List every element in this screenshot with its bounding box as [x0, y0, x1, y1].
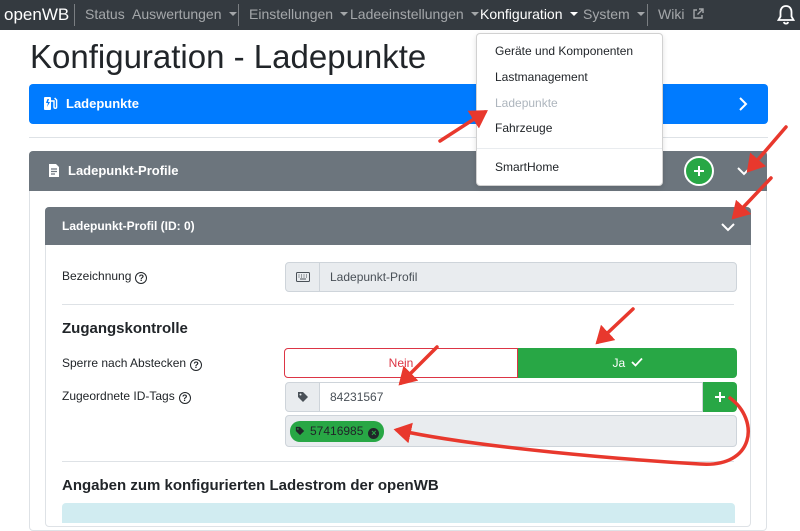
profile-card-header[interactable]: Ladepunkt-Profil (ID: 0) [45, 207, 751, 245]
konfiguration-dropdown: Geräte und Komponenten Lastmanagement La… [476, 33, 663, 186]
tag-icon [298, 392, 308, 402]
add-idtag-button[interactable] [703, 382, 737, 412]
section-divider [62, 461, 734, 462]
idtag-list: 57416985 × [285, 415, 737, 447]
caret-down-icon [228, 12, 237, 17]
bezeichnung-label: Bezeichnung? [62, 269, 148, 284]
bell-icon[interactable] [776, 4, 796, 26]
keyboard-icon-box [285, 262, 320, 292]
profile-card-title: Ladepunkt-Profil (ID: 0) [62, 219, 195, 233]
sperre-nein-button[interactable]: Nein [284, 348, 518, 378]
chevron-down-icon[interactable] [721, 222, 735, 232]
bezeichnung-group: Ladepunkt-Profil [285, 262, 737, 292]
caret-down-icon [340, 12, 349, 17]
tag-icon [295, 426, 305, 436]
idtags-label-text: Zugeordnete ID-Tags [62, 389, 175, 403]
nav-divider [238, 4, 239, 26]
sperre-label: Sperre nach Abstecken? [62, 356, 203, 371]
nav-einstellungen-label: Einstellungen [249, 6, 334, 22]
chevron-right-icon[interactable] [738, 97, 748, 111]
bezeichnung-label-text: Bezeichnung [62, 269, 132, 283]
charging-station-icon [44, 97, 58, 110]
help-icon[interactable]: ? [190, 359, 203, 371]
ladestrom-heading: Angaben zum konfigurierten Ladestrom der… [62, 477, 439, 494]
check-icon [630, 357, 643, 367]
caret-down-icon [636, 12, 645, 17]
dropdown-item-fahrzeuge[interactable]: Fahrzeuge [495, 121, 552, 135]
add-profile-button[interactable] [684, 156, 714, 186]
file-contract-icon [49, 164, 59, 177]
dropdown-item-ladepunkte: Ladepunkte [495, 96, 558, 110]
nav-konfiguration[interactable]: Konfiguration [480, 0, 578, 30]
nav-auswertungen-label: Auswertungen [132, 6, 222, 22]
dropdown-divider [477, 148, 662, 149]
dropdown-item-lastmanagement[interactable]: Lastmanagement [495, 70, 588, 84]
caret-down-icon [569, 12, 578, 17]
idtags-label: Zugeordnete ID-Tags? [62, 389, 191, 404]
top-navbar: openWB Status Auswertungen Einstellungen… [0, 0, 800, 30]
nav-wiki[interactable]: Wiki [658, 0, 705, 30]
dropdown-item-geraete[interactable]: Geräte und Komponenten [495, 44, 633, 58]
nav-ladeeinstellungen-label: Ladeeinstellungen [350, 6, 464, 22]
page-title: Konfiguration - Ladepunkte [30, 38, 427, 75]
nav-status[interactable]: Status [85, 0, 125, 30]
sperre-ja-label: Ja [612, 356, 626, 370]
bezeichnung-input[interactable]: Ladepunkt-Profil [319, 262, 737, 292]
nav-system[interactable]: System [583, 0, 645, 30]
help-icon[interactable]: ? [178, 392, 191, 404]
idtag-input[interactable]: 84231567 [319, 382, 703, 412]
nav-system-label: System [583, 6, 630, 22]
ladepunkte-bar-label: Ladepunkte [66, 96, 139, 111]
caret-down-icon [470, 12, 479, 17]
nav-einstellungen[interactable]: Einstellungen [249, 0, 349, 30]
keyboard-icon [296, 272, 310, 282]
nav-konfiguration-label: Konfiguration [480, 6, 563, 22]
chevron-down-icon[interactable] [737, 166, 751, 176]
help-icon[interactable]: ? [135, 272, 148, 284]
info-alert [62, 503, 735, 523]
idtag-badge: 57416985 × [290, 421, 385, 442]
profiles-card-title: Ladepunkt-Profile [68, 163, 179, 178]
section-divider [62, 304, 734, 305]
nav-divider [647, 4, 648, 26]
remove-tag-icon[interactable]: × [368, 428, 380, 439]
tag-icon-box [285, 382, 320, 412]
nav-wiki-label: Wiki [658, 6, 685, 22]
external-link-icon [693, 8, 705, 19]
nav-auswertungen[interactable]: Auswertungen [132, 0, 237, 30]
nav-divider [74, 4, 75, 26]
dropdown-item-smarthome[interactable]: SmartHome [495, 160, 559, 174]
nav-ladeeinstellungen[interactable]: Ladeeinstellungen [350, 0, 479, 30]
zugangskontrolle-heading: Zugangskontrolle [62, 320, 188, 337]
brand-logo[interactable]: openWB [4, 0, 69, 30]
sperre-ja-button[interactable]: Ja [518, 348, 737, 378]
idtag-input-group: 84231567 [285, 382, 703, 412]
sperre-label-text: Sperre nach Abstecken [62, 356, 187, 370]
idtag-badge-label: 57416985 [310, 424, 364, 438]
